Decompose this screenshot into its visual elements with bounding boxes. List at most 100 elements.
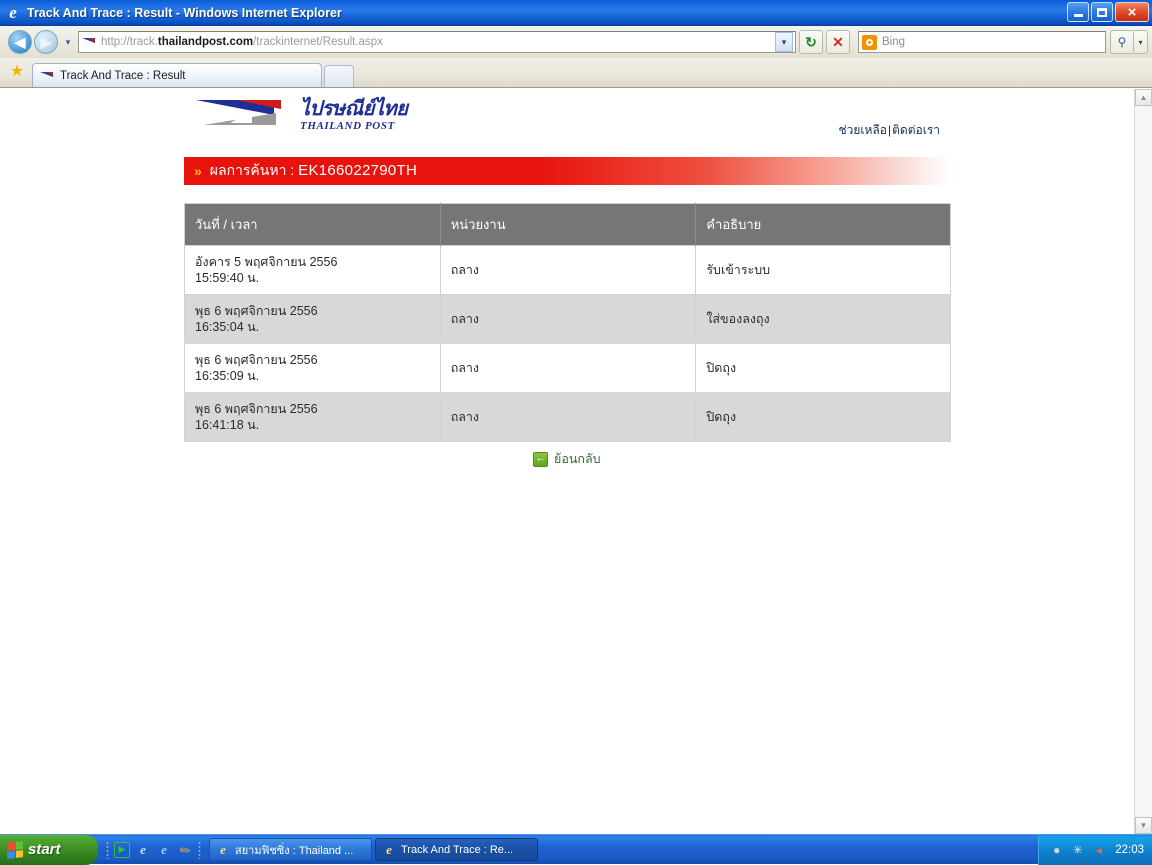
ie-shortcut-icon[interactable]: e [156, 842, 172, 858]
back-arrow-glyph: ← [536, 454, 546, 464]
windows-taskbar: start ▶ e e ✎ e สยามฟิชซิ่ง : Thailand .… [0, 834, 1152, 864]
search-provider-dropdown[interactable]: ▾ [1134, 30, 1148, 54]
search-button[interactable]: ⚲ [1110, 30, 1134, 54]
table-row: พุธ 6 พฤศจิกายน 2556 16:41:18 น. ถลาง ปิ… [185, 393, 951, 442]
history-dropdown-button[interactable]: ▾ [61, 37, 75, 48]
table-row: พุธ 6 พฤศจิกายน 2556 16:35:04 น. ถลาง ใส… [185, 295, 951, 344]
column-header-office: หน่วยงาน [440, 204, 696, 246]
chevron-down-icon: ▾ [1138, 38, 1142, 47]
address-dropdown-button[interactable]: ▾ [775, 32, 793, 52]
header-links: ช่วยเหลือ|ติดต่อเรา [839, 121, 941, 140]
favorites-button[interactable]: ★ [6, 61, 28, 87]
search-input[interactable]: Bing [858, 31, 1106, 53]
stop-icon: ✕ [832, 35, 844, 49]
logo-swoosh-icon [196, 100, 296, 130]
scroll-down-button[interactable]: ▼ [1135, 817, 1152, 834]
event-time: 16:35:04 น. [195, 319, 430, 335]
minimize-button[interactable] [1067, 2, 1089, 22]
shield-icon[interactable]: ● [1049, 842, 1064, 857]
close-button[interactable]: × [1115, 2, 1149, 22]
event-time: 16:41:18 น. [195, 417, 430, 433]
column-header-datetime: วันที่ / เวลา [185, 204, 441, 246]
window-title: Track And Trace : Result - Windows Inter… [27, 6, 342, 20]
bing-icon [862, 35, 877, 50]
windows-logo-icon [7, 841, 23, 859]
link-separator: | [888, 123, 891, 137]
event-time: 15:59:40 น. [195, 270, 430, 286]
cell-description: ใส่ของลงถุง [696, 295, 951, 344]
back-button[interactable]: ◀ [8, 30, 32, 54]
logo-wordmark: ไปรษณีย์ไทย THAILAND POST [300, 98, 400, 132]
refresh-icon: ↻ [805, 35, 817, 49]
task-area-grip[interactable] [198, 841, 201, 859]
result-label: ผลการค้นหา : [210, 162, 294, 178]
new-tab-button[interactable] [324, 65, 354, 87]
star-icon[interactable]: ✳ [1070, 842, 1085, 857]
event-date: พุธ 6 พฤศจิกายน 2556 [195, 352, 430, 368]
chevron-down-icon: ▾ [66, 37, 71, 47]
system-tray: ● ✳ ◂ 22:03 [1038, 835, 1152, 865]
internet-explorer-icon[interactable]: e [135, 842, 151, 858]
tab-favicon [39, 69, 55, 83]
internet-explorer-icon: e [382, 843, 396, 856]
address-url: http://track.thailandpost.com/trackinter… [101, 36, 775, 48]
cell-datetime: อังคาร 5 พฤศจิกายน 2556 15:59:40 น. [185, 246, 441, 295]
thailand-post-logo[interactable]: ไปรษณีย์ไทย THAILAND POST [196, 98, 396, 138]
clock[interactable]: 22:03 [1115, 844, 1144, 856]
start-button[interactable]: start [0, 835, 98, 865]
column-header-description: คำอธิบาย [696, 204, 951, 246]
table-row: พุธ 6 พฤศจิกายน 2556 16:35:09 น. ถลาง ปิ… [185, 344, 951, 393]
chevron-down-icon: ▼ [1140, 821, 1148, 830]
back-arrow-icon: ◀ [15, 35, 26, 49]
cell-datetime: พุธ 6 พฤศจิกายน 2556 16:41:18 น. [185, 393, 441, 442]
quick-launch-bar: ▶ e e ✎ [98, 835, 209, 865]
refresh-button[interactable]: ↻ [799, 30, 823, 54]
table-header: วันที่ / เวลา หน่วยงาน คำอธิบาย [185, 204, 951, 246]
event-date: อังคาร 5 พฤศจิกายน 2556 [195, 254, 430, 270]
taskbar-task-list: e สยามฟิชซิ่ง : Thailand ... e Track And… [209, 838, 1038, 861]
taskbar-item-label: Track And Trace : Re... [401, 844, 513, 856]
cell-office: ถลาง [440, 246, 696, 295]
help-link[interactable]: ช่วยเหลือ [839, 123, 888, 137]
pencil-icon[interactable]: ✎ [174, 838, 197, 861]
cell-description: ปิดถุง [696, 344, 951, 393]
stop-button[interactable]: ✕ [826, 30, 850, 54]
vertical-scrollbar[interactable]: ▲ ▼ [1134, 89, 1152, 834]
taskbar-item-track-and-trace[interactable]: e Track And Trace : Re... [375, 838, 538, 861]
logo-thai-name: ไปรษณีย์ไทย [300, 98, 400, 120]
internet-explorer-icon: e [4, 4, 22, 22]
contact-link[interactable]: ติดต่อเรา [892, 123, 940, 137]
tracking-number: EK166022790TH [298, 162, 417, 179]
forward-arrow-icon: ▶ [41, 35, 52, 49]
taskbar-item-label: สยามฟิชซิ่ง : Thailand ... [235, 841, 353, 859]
search-placeholder: Bing [882, 36, 905, 48]
scrollbar-track[interactable] [1135, 107, 1152, 816]
star-icon: ★ [10, 64, 24, 80]
close-icon: × [1128, 5, 1137, 20]
tab-label: Track And Trace : Result [60, 70, 185, 82]
browser-tab-strip: ★ Track And Trace : Result [0, 58, 1152, 88]
maximize-button[interactable] [1091, 2, 1113, 22]
forward-button[interactable]: ▶ [34, 30, 58, 54]
back-arrow-icon: ← [533, 452, 548, 467]
search-icon: ⚲ [1118, 35, 1127, 49]
event-date: พุธ 6 พฤศจิกายน 2556 [195, 303, 430, 319]
cell-description: ปิดถุง [696, 393, 951, 442]
media-player-icon[interactable]: ▶ [114, 842, 130, 858]
event-date: พุธ 6 พฤศจิกายน 2556 [195, 401, 430, 417]
url-path: /trackinternet/Result.aspx [253, 36, 383, 48]
internet-explorer-icon: e [216, 843, 230, 856]
quick-launch-grip[interactable] [106, 841, 109, 859]
chevron-up-icon: ▲ [1140, 93, 1148, 102]
url-domain: thailandpost.com [158, 36, 253, 48]
window-title-bar: e Track And Trace : Result - Windows Int… [0, 0, 1152, 26]
volume-icon[interactable]: ◂ [1091, 842, 1106, 857]
tab-track-and-trace-result[interactable]: Track And Trace : Result [32, 63, 322, 87]
table-body: อังคาร 5 พฤศจิกายน 2556 15:59:40 น. ถลาง… [185, 246, 951, 442]
scroll-up-button[interactable]: ▲ [1135, 89, 1152, 106]
result-banner-text: ผลการค้นหา : EK166022790TH [210, 160, 417, 182]
back-link[interactable]: ← ย้อนกลับ [533, 449, 601, 469]
address-bar[interactable]: http://track.thailandpost.com/trackinter… [78, 31, 796, 53]
url-protocol: http://track. [101, 36, 158, 48]
taskbar-item-siamfishing[interactable]: e สยามฟิชซิ่ง : Thailand ... [209, 838, 372, 861]
